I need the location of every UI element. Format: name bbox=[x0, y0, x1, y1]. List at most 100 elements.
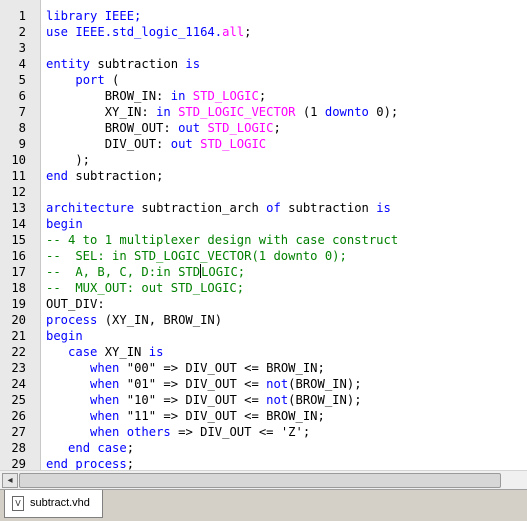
code-token: out bbox=[170, 137, 193, 151]
code-text: when "00" => DIV_OUT <= BROW_IN; bbox=[46, 360, 325, 376]
code-text: end subtraction; bbox=[46, 168, 163, 184]
code-line[interactable]: 22 case XY_IN is bbox=[0, 344, 527, 360]
code-text: begin bbox=[46, 216, 83, 232]
code-text: architecture subtraction_arch of subtrac… bbox=[46, 200, 391, 216]
code-token: port bbox=[75, 73, 105, 87]
code-line[interactable]: 17 -- A, B, C, D:in STDLOGIC; bbox=[0, 264, 527, 280]
horizontal-scrollbar[interactable]: ◂ bbox=[0, 470, 527, 489]
code-token: not bbox=[266, 393, 289, 407]
code-text: XY_IN: in STD_LOGIC_VECTOR (1 downto 0); bbox=[46, 104, 399, 120]
line-number: 17 bbox=[11, 265, 26, 279]
code-token: subtraction bbox=[90, 57, 186, 71]
code-token: "00" => DIV_OUT <= BROW_IN; bbox=[119, 361, 325, 375]
code-line[interactable]: 7 XY_IN: in STD_LOGIC_VECTOR (1 downto 0… bbox=[0, 104, 527, 120]
code-token: "11" => DIV_OUT <= BROW_IN; bbox=[119, 409, 325, 423]
code-text: -- A, B, C, D:in STDLOGIC; bbox=[46, 264, 245, 280]
code-token: -- SEL: in STD_LOGIC_VECTOR(1 downto 0); bbox=[46, 249, 347, 263]
code-line[interactable]: 9 DIV_OUT: out STD_LOGIC bbox=[0, 136, 527, 152]
code-token: STD_LOGIC bbox=[200, 137, 267, 151]
code-line[interactable]: 1 library IEEE; bbox=[0, 8, 527, 24]
code-token: is bbox=[148, 345, 164, 359]
code-text: OUT_DIV: bbox=[46, 296, 105, 312]
code-line[interactable]: 16 -- SEL: in STD_LOGIC_VECTOR(1 downto 0… bbox=[0, 248, 527, 264]
code-line[interactable]: 6 BROW_IN: in STD_LOGIC; bbox=[0, 88, 527, 104]
code-token: begin bbox=[46, 329, 83, 343]
code-token: "01" => DIV_OUT <= bbox=[119, 377, 267, 391]
code-token: of bbox=[266, 201, 281, 215]
code-line[interactable]: 28 end case; bbox=[0, 440, 527, 456]
line-number: 10 bbox=[11, 153, 26, 167]
code-line[interactable]: 13 architecture subtraction_arch of subtr… bbox=[0, 200, 527, 216]
line-number: 26 bbox=[11, 409, 26, 423]
code-token: when bbox=[90, 377, 120, 391]
code-text: library IEEE; bbox=[46, 8, 141, 24]
line-number: 27 bbox=[11, 425, 26, 439]
code-text: end process; bbox=[46, 456, 134, 470]
code-token: case bbox=[68, 345, 98, 359]
code-line[interactable]: 10 ); bbox=[0, 152, 527, 168]
code-line[interactable]: 15 -- 4 to 1 multiplexer design with case… bbox=[0, 232, 527, 248]
code-line[interactable]: 3 bbox=[0, 40, 527, 56]
code-token: out bbox=[178, 121, 201, 135]
code-line[interactable]: 4 entity subtraction is bbox=[0, 56, 527, 72]
code-token: subtraction_arch bbox=[134, 201, 267, 215]
code-token: XY_IN bbox=[97, 345, 149, 359]
code-token: ; bbox=[258, 89, 267, 103]
code-text: port ( bbox=[46, 72, 119, 88]
code-token: BROW_OUT: bbox=[46, 121, 179, 135]
code-line[interactable]: 18 -- MUX_OUT: out STD_LOGIC; bbox=[0, 280, 527, 296]
code-text: process (XY_IN, BROW_IN) bbox=[46, 312, 222, 328]
code-line[interactable]: 23 when "00" => DIV_OUT <= BROW_IN; bbox=[0, 360, 527, 376]
line-number: 28 bbox=[11, 441, 26, 455]
code-line[interactable]: 20 process (XY_IN, BROW_IN) bbox=[0, 312, 527, 328]
code-token: ; bbox=[244, 25, 252, 39]
code-token: end process bbox=[46, 457, 127, 470]
code-line[interactable]: 24 when "01" => DIV_OUT <= not(BROW_IN); bbox=[0, 376, 527, 392]
code-line[interactable]: 5 port ( bbox=[0, 72, 527, 88]
scrollbar-thumb[interactable] bbox=[19, 473, 501, 488]
code-token: architecture bbox=[46, 201, 135, 215]
code-text: when others => DIV_OUT <= 'Z'; bbox=[46, 424, 310, 440]
code-token: (XY_IN, BROW_IN) bbox=[97, 313, 223, 327]
code-line[interactable]: 21 begin bbox=[0, 328, 527, 344]
code-area[interactable]: 1 library IEEE; 2 use IEEE.std_logic_1164.a… bbox=[0, 8, 527, 470]
code-text: ); bbox=[46, 152, 90, 168]
code-token: ); bbox=[46, 153, 91, 167]
code-token: -- A, B, C, D:in STD bbox=[46, 265, 201, 279]
code-editor[interactable]: 1 library IEEE; 2 use IEEE.std_logic_1164.a… bbox=[0, 0, 527, 470]
line-number: 9 bbox=[18, 137, 26, 151]
code-token: begin bbox=[46, 217, 83, 231]
line-number: 18 bbox=[11, 281, 26, 295]
code-line[interactable]: 12 bbox=[0, 184, 527, 200]
code-text: BROW_OUT: out STD_LOGIC; bbox=[46, 120, 281, 136]
line-number: 22 bbox=[11, 345, 26, 359]
code-line[interactable]: 2 use IEEE.std_logic_1164.all; bbox=[0, 24, 527, 40]
code-line[interactable]: 14 begin bbox=[0, 216, 527, 232]
tab-label: subtract.vhd bbox=[30, 497, 90, 509]
code-line[interactable]: 8 BROW_OUT: out STD_LOGIC; bbox=[0, 120, 527, 136]
code-token: use IEEE.std_logic_1164. bbox=[46, 25, 223, 39]
line-number: 19 bbox=[11, 297, 26, 311]
code-line[interactable]: 27 when others => DIV_OUT <= 'Z'; bbox=[0, 424, 527, 440]
code-text: -- MUX_OUT: out STD_LOGIC; bbox=[46, 280, 244, 296]
tab-subtract-vhd[interactable]: V subtract.vhd bbox=[4, 490, 103, 518]
code-line[interactable]: 19 OUT_DIV: bbox=[0, 296, 527, 312]
left-arrow-icon[interactable]: ◂ bbox=[2, 473, 18, 488]
code-text: DIV_OUT: out STD_LOGIC bbox=[46, 136, 266, 152]
code-line[interactable]: 25 when "10" => DIV_OUT <= not(BROW_IN); bbox=[0, 392, 527, 408]
code-line[interactable]: 26 when "11" => DIV_OUT <= BROW_IN; bbox=[0, 408, 527, 424]
code-token: not bbox=[266, 377, 289, 391]
code-token: when bbox=[90, 393, 120, 407]
code-text: end case; bbox=[46, 440, 134, 456]
code-line[interactable]: 29 end process; bbox=[0, 456, 527, 470]
code-line[interactable]: 11 end subtraction; bbox=[0, 168, 527, 184]
code-token: STD_LOGIC_VECTOR bbox=[178, 105, 296, 119]
code-token: end case bbox=[68, 441, 127, 455]
line-number: 8 bbox=[18, 121, 26, 135]
code-token: (BROW_IN); bbox=[288, 393, 362, 407]
code-text: case XY_IN is bbox=[46, 344, 163, 360]
